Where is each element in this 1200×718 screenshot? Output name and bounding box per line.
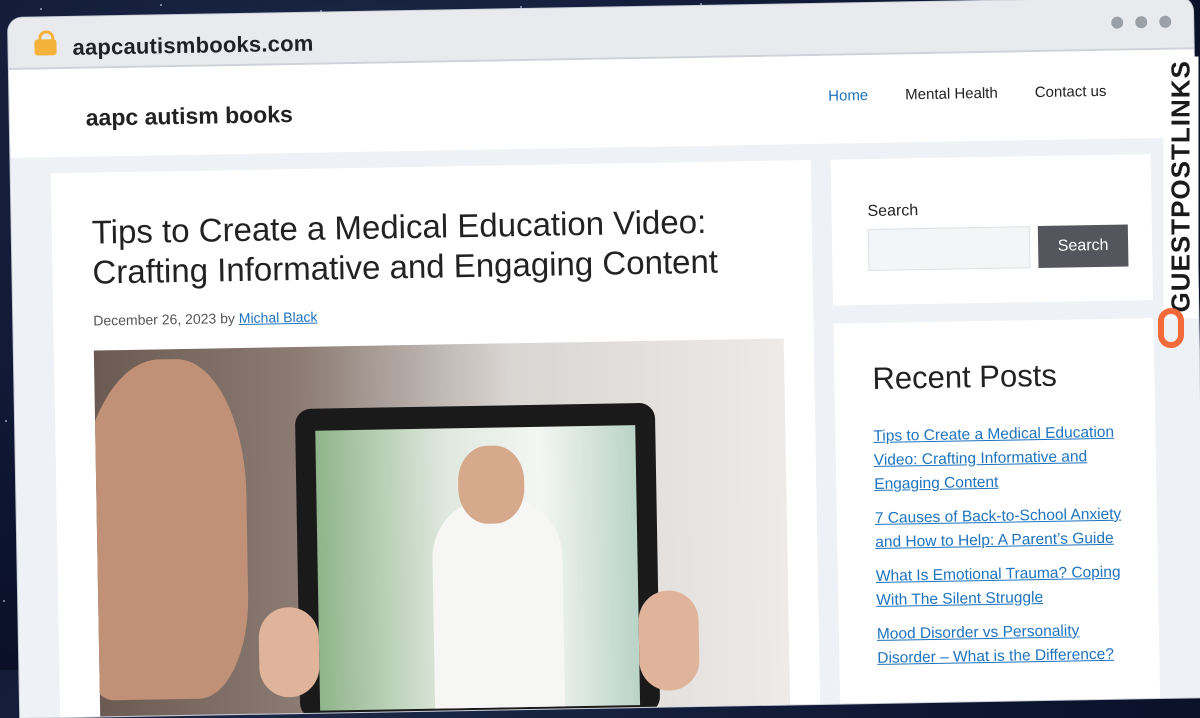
doctor-head-shape <box>457 445 525 525</box>
nav-item-mental-health[interactable]: Mental Health <box>905 85 998 104</box>
article-meta: December 26, 2023 by Michal Black <box>93 309 317 329</box>
lock-icon <box>34 39 57 56</box>
nav-item-home[interactable]: Home <box>828 87 868 105</box>
recent-posts-heading: Recent Posts <box>872 357 1058 396</box>
window-controls <box>1111 15 1172 29</box>
hand-shape <box>638 590 700 692</box>
recent-post-link[interactable]: What Is Emotional Trauma? Coping With Th… <box>876 564 1121 609</box>
hand-shape <box>258 606 320 698</box>
site-title[interactable]: aapc autism books <box>86 101 294 132</box>
window-dot-icon[interactable] <box>1111 16 1124 29</box>
window-dot-icon[interactable] <box>1135 16 1148 29</box>
viewer-head-shape <box>93 357 250 701</box>
tablet-screen <box>315 425 641 711</box>
article-title: Tips to Create a Medical Education Video… <box>91 202 719 291</box>
watermark: GUESTPOSTLINKS <box>1154 56 1199 358</box>
doctor-shape <box>431 496 566 709</box>
search-label: Search <box>867 202 919 221</box>
recent-post-link[interactable]: Tips to Create a Medical Education Video… <box>873 424 1114 493</box>
window-dot-icon[interactable] <box>1159 15 1172 28</box>
watermark-text: GUESTPOSTLINKS <box>1163 56 1199 319</box>
page-content: Tips to Create a Medical Education Video… <box>10 137 1200 718</box>
article-by: by <box>219 310 236 327</box>
search-widget: Search Search <box>830 154 1154 306</box>
featured-image <box>93 338 791 718</box>
tablet-shape <box>294 402 661 718</box>
author-link[interactable]: Michal Black <box>239 309 318 326</box>
article: Tips to Create a Medical Education Video… <box>50 160 821 718</box>
list-item: What Is Emotional Trauma? Coping With Th… <box>876 560 1137 613</box>
main-nav: Home Mental Health Contact us <box>828 83 1107 105</box>
article-date: December 26, 2023 <box>93 310 217 329</box>
recent-posts-widget: Recent Posts Tips to Create a Medical Ed… <box>833 318 1161 718</box>
browser-window: aapcautismbooks.com aapc autism books Ho… <box>8 0 1200 718</box>
list-item: Mood Disorder vs Personality Disorder – … <box>877 618 1138 671</box>
recent-posts-list: Tips to Create a Medical Education Video… <box>873 420 1137 680</box>
recent-post-link[interactable]: Mood Disorder vs Personality Disorder – … <box>877 622 1114 667</box>
search-button[interactable]: Search <box>1037 224 1129 269</box>
recent-post-link[interactable]: 7 Causes of Back-to-School Anxiety and H… <box>875 506 1122 551</box>
nav-item-contact[interactable]: Contact us <box>1035 83 1107 101</box>
list-item: Tips to Create a Medical Education Video… <box>873 420 1134 497</box>
url-text[interactable]: aapcautismbooks.com <box>72 31 313 61</box>
link-logo-icon <box>1158 308 1184 348</box>
list-item: 7 Causes of Back-to-School Anxiety and H… <box>875 502 1136 555</box>
search-input[interactable] <box>867 226 1031 272</box>
